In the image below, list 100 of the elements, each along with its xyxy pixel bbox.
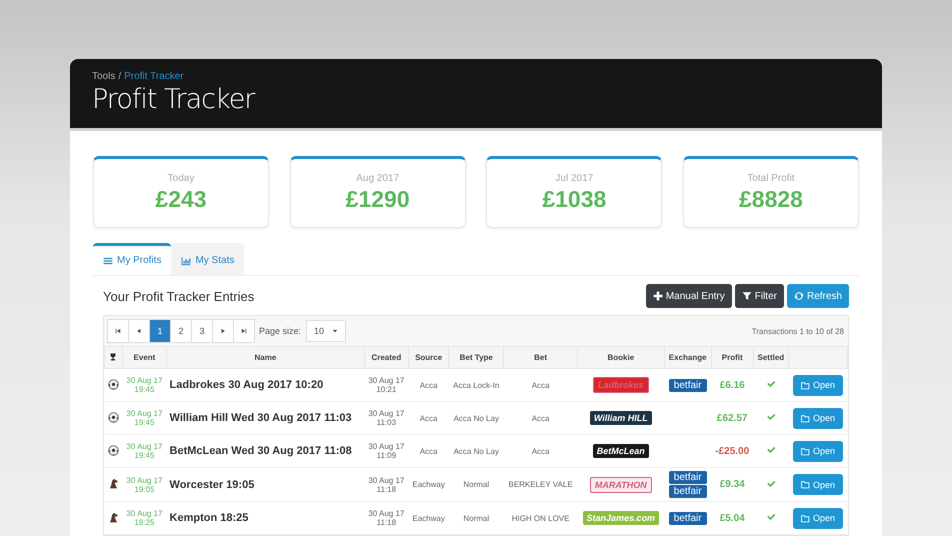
bookie-logo: StanJames.com: [582, 511, 660, 525]
breadcrumb-current: Profit Tracker: [124, 71, 184, 82]
column-header[interactable]: Profit: [711, 346, 754, 368]
stat-label: Aug 2017: [356, 173, 400, 184]
table-cell: Acca No Lay: [448, 434, 504, 468]
next-page-button[interactable]: [212, 319, 234, 343]
first-page-button[interactable]: [107, 319, 129, 343]
table-cell: Worcester 19:05: [166, 468, 364, 502]
table-cell: William Hill Wed 30 Aug 2017 11:03: [166, 402, 364, 434]
page-size-select[interactable]: 10: [306, 320, 346, 342]
folder-icon: [801, 446, 810, 456]
page-button[interactable]: 2: [170, 319, 192, 343]
column-header[interactable]: Bet Type: [448, 346, 504, 368]
bookie-logo: William HILL: [590, 411, 652, 425]
table-cell: Acca: [408, 368, 449, 402]
table-cell: Eachway: [408, 468, 449, 502]
column-header[interactable]: Name: [166, 346, 364, 368]
page-button[interactable]: 3: [191, 319, 213, 343]
stat-label: Today: [168, 173, 194, 184]
first-page-icon: [115, 328, 121, 334]
last-page-icon: [241, 328, 247, 334]
filter-icon: [742, 291, 752, 301]
previous-icon: [136, 328, 142, 334]
folder-icon: [801, 414, 810, 422]
stat-value: £1038: [542, 186, 606, 213]
table-cell: Acca: [408, 434, 449, 468]
horse-icon: [108, 512, 119, 522]
last-page-button[interactable]: [233, 319, 255, 343]
profit-value: £5.04: [711, 502, 754, 534]
football-icon: [108, 378, 119, 390]
event-time: 30 Aug 17 19:45: [122, 434, 167, 468]
page-title: Profit Tracker: [92, 84, 256, 115]
stat-label: Total Profit: [747, 173, 795, 184]
breadcrumb-separator: /: [118, 71, 122, 82]
tab[interactable]: My Profits: [93, 243, 172, 275]
toolbar-button[interactable]: Manual Entry: [646, 284, 732, 308]
next-icon: [220, 328, 226, 334]
folder-icon: [801, 514, 810, 522]
folder-icon: [801, 380, 810, 390]
transactions-summary: Transactions 1 to 10 of 28: [752, 326, 844, 336]
trophy-icon: [109, 352, 118, 360]
bookie-logo: Ladbrokes: [592, 377, 649, 393]
table-cell: BERKELEY VALE: [504, 468, 578, 502]
table-cell: HIGH ON LOVE: [504, 502, 578, 534]
event-time: 30 Aug 17 18:25: [122, 502, 167, 534]
breadcrumb-link[interactable]: Tools: [92, 71, 116, 82]
column-header[interactable]: Exchange: [664, 346, 712, 368]
refresh-icon: [794, 291, 804, 301]
table-cell: Acca: [504, 368, 578, 402]
table-cell: Acca Lock-In: [448, 368, 504, 402]
table-cell: Ladbrokes 30 Aug 2017 10:20: [166, 368, 364, 402]
column-header[interactable]: Created: [364, 346, 408, 368]
previous-page-button[interactable]: [128, 319, 150, 343]
chart-icon: [181, 256, 192, 266]
column-header[interactable]: Event: [122, 346, 167, 368]
stat-label: Jul 2017: [555, 173, 594, 184]
football-icon: [108, 412, 119, 422]
stat-value: £243: [155, 186, 207, 213]
column-header[interactable]: Source: [408, 346, 449, 368]
profit-value: £6.16: [711, 368, 754, 402]
caret-icon: [332, 328, 338, 334]
table-cell: Normal: [448, 468, 504, 502]
exchange-logo: betfair: [668, 471, 707, 484]
column-header[interactable]: Bet: [504, 346, 578, 368]
table-cell: Acca: [504, 402, 578, 434]
stat-value: £8828: [738, 186, 803, 213]
column-header[interactable]: Bookie: [577, 346, 664, 368]
toolbar-button[interactable]: Filter: [734, 284, 784, 308]
table-cell: 30 Aug 17 10:21: [364, 368, 408, 402]
football-icon: [108, 444, 119, 456]
event-time: 30 Aug 17 19:45: [122, 402, 167, 434]
exchange-logo: betfair: [668, 485, 707, 498]
table-cell: Acca: [504, 434, 578, 468]
table-cell: 30 Aug 17 11:18: [364, 502, 408, 534]
profit-value: £62.57: [711, 402, 754, 434]
exchange-logo: betfair: [668, 512, 707, 524]
folder-icon: [801, 480, 810, 489]
table-cell: Kempton 18:25: [166, 502, 364, 534]
page-size-label: Page size:: [259, 326, 302, 336]
table-cell: 30 Aug 17 11:03: [364, 402, 408, 434]
exchange-logo: betfair: [668, 378, 707, 392]
event-time: 30 Aug 17 19:05: [122, 468, 167, 502]
list-icon: [103, 256, 113, 266]
event-time: 30 Aug 17 19:45: [122, 368, 167, 402]
horse-icon: [108, 478, 119, 489]
table-cell: Eachway: [408, 502, 449, 534]
profit-value: £9.34: [711, 468, 754, 502]
table-cell: Acca No Lay: [448, 402, 504, 434]
plus-icon: [652, 291, 663, 301]
page-button[interactable]: 1: [149, 319, 171, 343]
bookie-logo: MARATHON: [590, 476, 652, 492]
table-cell: Acca: [408, 402, 449, 434]
bookie-logo: BetMcLean: [592, 444, 649, 458]
table-cell: 30 Aug 17 11:09: [364, 434, 408, 468]
column-header[interactable]: Settled: [753, 346, 789, 368]
stat-value: £1290: [346, 186, 410, 213]
table-cell: BetMcLean Wed 30 Aug 2017 11:08: [166, 434, 364, 468]
table-cell: 30 Aug 17 11:18: [364, 468, 408, 502]
table-cell: Normal: [448, 502, 504, 534]
profit-value: -£25.00: [711, 434, 754, 468]
